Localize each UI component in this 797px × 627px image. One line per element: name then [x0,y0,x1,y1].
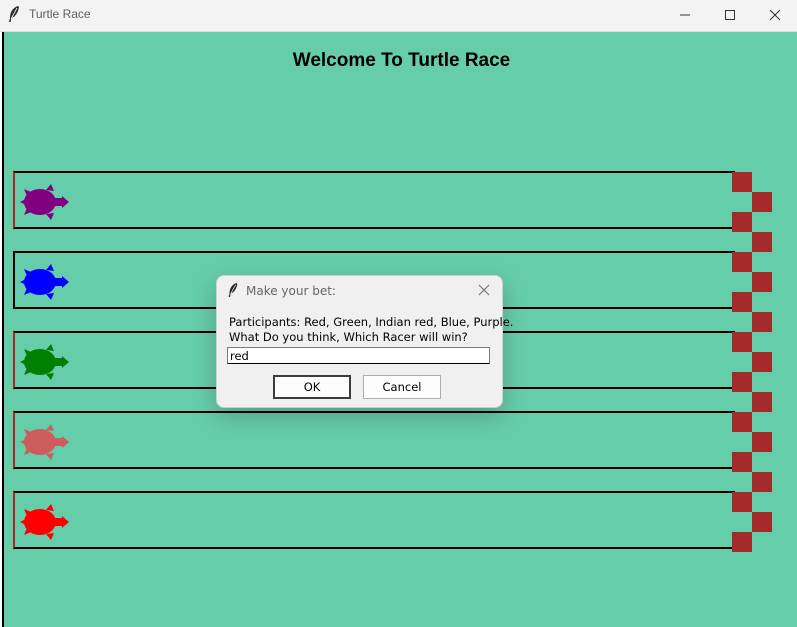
finish-square [752,352,772,372]
maximize-icon [725,10,735,20]
lane-5 [13,491,735,549]
minimize-button[interactable] [662,0,708,30]
finish-square [732,532,752,552]
finish-square [732,492,752,512]
close-icon [769,9,781,21]
finish-square [732,252,752,272]
turtle-icon [20,504,69,540]
minimize-icon [680,14,690,16]
feather-icon [9,6,19,22]
close-icon[interactable] [475,281,493,299]
dialog-title: Make your bet: [246,284,336,298]
finish-square [732,212,752,232]
turtle-icon [20,344,69,380]
finish-square [752,192,772,212]
dialog-prompt-line-1: Participants: Red, Green, Indian red, Bl… [229,315,514,329]
finish-square [732,372,752,392]
finish-square [732,332,752,352]
cancel-button[interactable]: Cancel [363,375,441,399]
finish-square [752,272,772,292]
finish-square [752,512,772,532]
finish-square [752,312,772,332]
close-button[interactable] [752,0,797,30]
turtle-icon [20,264,69,300]
finish-square [732,292,752,312]
turtle-icon [20,184,69,220]
finish-square [732,412,752,432]
feather-icon [228,283,238,297]
window-title: Turtle Race [29,7,91,21]
bet-dialog: Make your bet: Participants: Red, Green,… [216,275,513,408]
lane-1 [13,171,735,229]
turtle-icon [20,424,69,460]
dialog-prompt-line-2: What Do you think, Which Racer will win? [229,330,468,344]
page-title: Welcome To Turtle Race [292,50,511,71]
finish-square [732,452,752,472]
finish-square [752,232,772,252]
finish-square [752,392,772,412]
finish-square [752,472,772,492]
maximize-button[interactable] [707,0,753,30]
finish-square [752,432,772,452]
bet-input[interactable] [227,347,490,364]
finish-square [732,172,752,192]
ok-button[interactable]: OK [273,375,351,399]
window-titlebar: Turtle Race [0,0,797,32]
lane-4 [13,411,735,469]
